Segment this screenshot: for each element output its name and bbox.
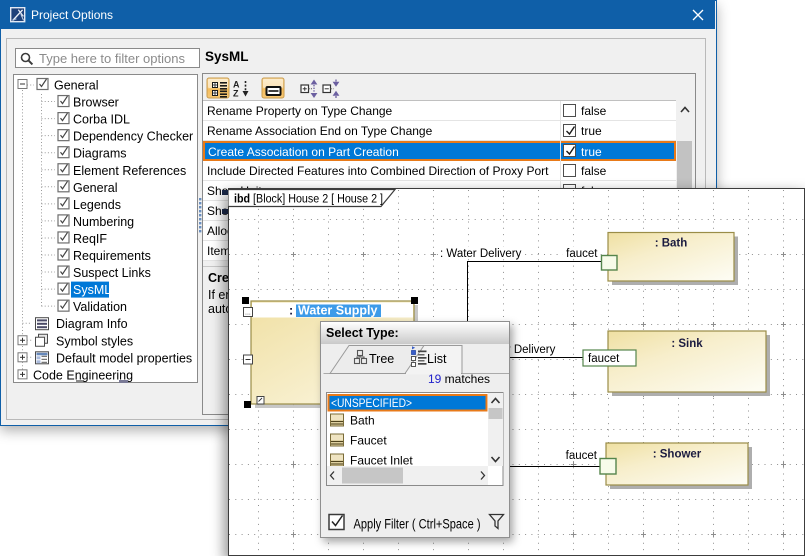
svg-text:Faucet: Faucet [350, 434, 387, 448]
svg-text:Legends: Legends [73, 198, 121, 212]
svg-text:List: List [427, 352, 447, 366]
svg-text:Suspect Links: Suspect Links [73, 266, 151, 280]
svg-text:Apply Filter ( Ctrl+Space ): Apply Filter ( Ctrl+Space ) [354, 517, 481, 532]
svg-text:Diagrams: Diagrams [73, 147, 127, 161]
svg-text:Validation: Validation [73, 300, 127, 314]
svg-text:Z: Z [233, 89, 239, 99]
svg-text::: : [289, 304, 293, 318]
svg-text:faucet: faucet [566, 450, 598, 462]
svg-text:: Bath: : Bath [655, 238, 688, 250]
svg-text:: Water Delivery: : Water Delivery [440, 248, 522, 260]
svg-text:ReqIF: ReqIF [73, 232, 107, 246]
svg-text:Water Supply: Water Supply [298, 304, 377, 318]
svg-text:faucet: faucet [588, 353, 620, 365]
svg-text:Select Type:: Select Type: [326, 326, 399, 340]
svg-text:: Shower: : Shower [653, 449, 702, 461]
svg-text:Faucet Inlet: Faucet Inlet [350, 454, 413, 468]
svg-text:Browser: Browser [73, 96, 119, 110]
svg-text:Numbering: Numbering [73, 215, 134, 229]
svg-text:Diagram Info: Diagram Info [56, 317, 128, 331]
svg-text:SysML: SysML [73, 283, 111, 297]
svg-text:Tree: Tree [369, 352, 394, 366]
svg-text:Requirements: Requirements [73, 249, 151, 263]
svg-text:Default model properties: Default model properties [56, 351, 192, 365]
svg-text:Corba IDL: Corba IDL [73, 113, 130, 127]
svg-text:<UNSPECIFIED>: <UNSPECIFIED> [331, 398, 412, 410]
svg-text:...: ... [245, 310, 251, 317]
svg-text:Element References: Element References [73, 164, 186, 178]
svg-text:: Sink: : Sink [671, 338, 703, 350]
svg-text:General: General [54, 79, 98, 93]
svg-text:General: General [73, 181, 117, 195]
svg-text:Dependency Checker: Dependency Checker [73, 130, 193, 144]
svg-text:Bath: Bath [350, 414, 375, 428]
svg-text:ibd [Block] House 2 [ House 2: ibd [Block] House 2 [ House 2 ] [234, 194, 383, 206]
svg-text:19 matches: 19 matches [428, 372, 490, 386]
svg-text:faucet: faucet [566, 248, 598, 260]
svg-text:Symbol styles: Symbol styles [56, 334, 133, 348]
